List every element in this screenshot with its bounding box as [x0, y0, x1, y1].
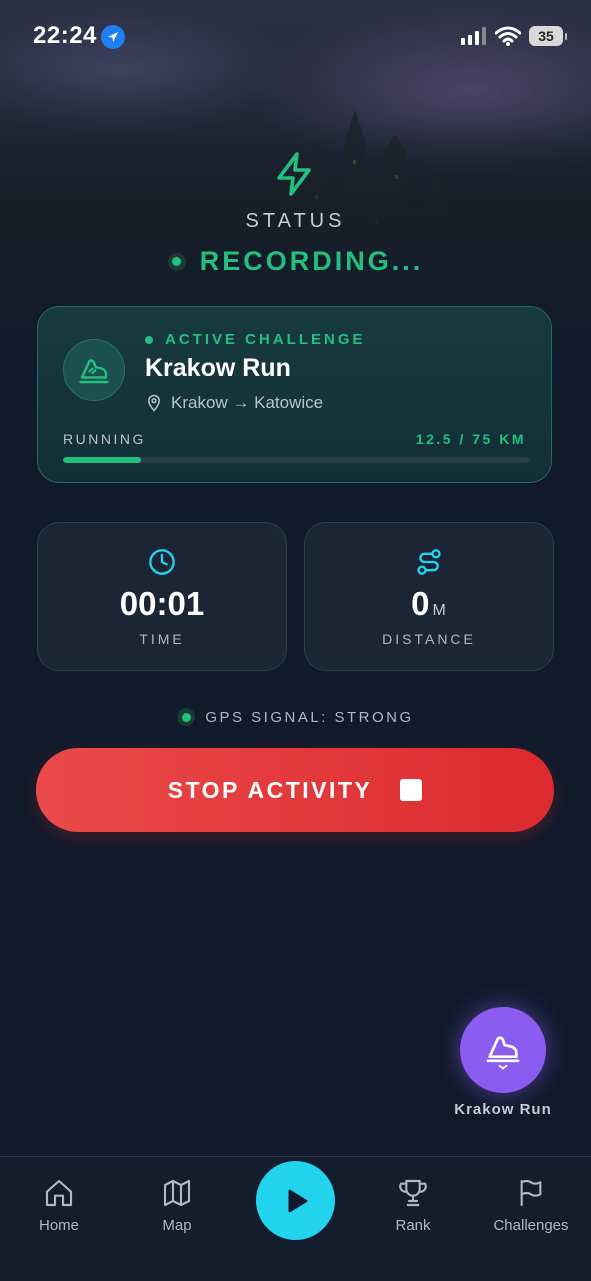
route-icon — [417, 549, 441, 575]
tab-map-label: Map — [162, 1217, 192, 1234]
status-label: STATUS — [245, 210, 346, 232]
home-icon — [45, 1179, 73, 1207]
status-indicators: 35 — [461, 26, 567, 46]
badge-text: ACTIVE CHALLENGE — [165, 331, 366, 348]
badge-dot — [145, 335, 153, 344]
gps-status: GPS SIGNAL: STRONG — [0, 708, 591, 726]
recording-dot — [167, 252, 186, 271]
wifi-icon — [495, 26, 521, 46]
play-icon — [288, 1189, 307, 1212]
time-stat-card: 00:01 TIME — [37, 522, 287, 671]
distance-value: 0M — [305, 585, 553, 623]
active-challenge-badge: ACTIVE CHALLENGE — [145, 331, 366, 348]
challenge-route: Krakow → Katowice — [145, 393, 323, 413]
active-challenge-card[interactable]: ACTIVE CHALLENGE Krakow Run Krakow → Kat… — [37, 306, 552, 483]
recording-text: RECORDING... — [199, 246, 424, 276]
recording-indicator: RECORDING... — [0, 246, 591, 277]
gps-text: GPS SIGNAL: STRONG — [205, 708, 414, 726]
challenge-progress-fill — [63, 457, 141, 463]
tab-map[interactable]: Map — [122, 1177, 232, 1234]
gps-dot — [177, 708, 196, 726]
play-button[interactable] — [256, 1161, 335, 1240]
fab-label: Krakow Run — [454, 1101, 552, 1118]
bottom-tab-bar: Home Map Rank Challenges — [0, 1156, 591, 1281]
status-time: 22:24 — [33, 22, 97, 49]
time-value: 00:01 — [119, 585, 205, 622]
tab-rank[interactable]: Rank — [358, 1177, 468, 1234]
stop-activity-label: STOP ACTIVITY — [167, 776, 373, 803]
active-challenge-fab[interactable] — [460, 1007, 546, 1093]
location-arrow-icon — [101, 25, 125, 49]
stop-square-icon — [400, 779, 423, 801]
flag-icon — [520, 1179, 542, 1207]
running-shoe-icon — [63, 339, 125, 401]
distance-number: 0 — [411, 585, 430, 622]
activity-type: RUNNING — [63, 431, 146, 447]
route-text: Krakow → Katowice — [171, 393, 324, 412]
tab-challenges[interactable]: Challenges — [476, 1177, 586, 1234]
challenge-progress-bar — [63, 457, 529, 463]
trophy-icon — [399, 1179, 427, 1207]
cellular-signal-icon — [461, 27, 486, 45]
tab-home-label: Home — [38, 1217, 79, 1234]
time-label: TIME — [139, 631, 185, 647]
clock-icon — [149, 549, 175, 575]
tab-home[interactable]: Home — [4, 1177, 114, 1234]
tab-rank-label: Rank — [395, 1217, 431, 1234]
distance-label: DISTANCE — [382, 631, 476, 647]
lightning-bolt-icon — [277, 152, 311, 196]
map-pin-icon — [147, 394, 161, 412]
distance-stat-card: 0M DISTANCE — [304, 522, 554, 671]
stop-activity-button[interactable]: STOP ACTIVITY — [36, 748, 554, 832]
tab-challenges-label: Challenges — [493, 1217, 569, 1234]
distance-unit: M — [432, 602, 447, 619]
challenge-title: Krakow Run — [145, 354, 291, 382]
map-icon — [163, 1179, 191, 1207]
challenge-progress-text: 12.5 / 75 KM — [415, 431, 526, 447]
battery-indicator: 35 — [529, 26, 567, 46]
system-status-bar: 22:24 35 — [0, 0, 591, 70]
running-shoe-icon — [486, 1036, 520, 1070]
